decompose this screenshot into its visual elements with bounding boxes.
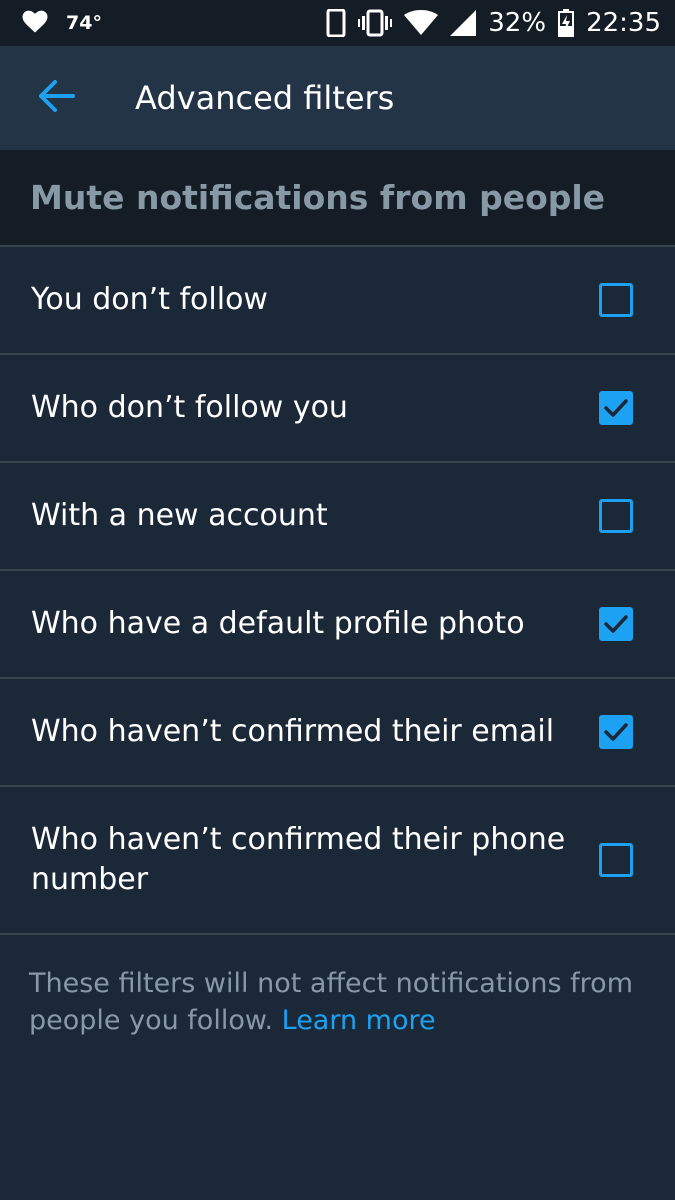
filter-label: Who don’t follow you bbox=[31, 390, 348, 425]
filter-list: You don’t follow Who don’t follow you Wi… bbox=[0, 247, 675, 935]
filter-label: Who haven’t confirmed their email bbox=[31, 714, 555, 749]
filter-label: With a new account bbox=[31, 498, 328, 533]
filter-row-new-account[interactable]: With a new account bbox=[0, 463, 675, 571]
heart-icon bbox=[20, 6, 50, 41]
checkbox[interactable] bbox=[599, 283, 633, 317]
temperature-text: 74° bbox=[66, 12, 102, 34]
section-title: Mute notifications from people bbox=[0, 150, 675, 247]
filter-row-you-dont-follow[interactable]: You don’t follow bbox=[0, 247, 675, 355]
arrow-left-icon bbox=[37, 78, 77, 118]
status-left: 74° bbox=[20, 6, 102, 41]
battery-percent-text: 32% bbox=[488, 8, 547, 38]
clock-text: 22:35 bbox=[586, 8, 661, 38]
checkbox[interactable] bbox=[599, 391, 633, 425]
learn-more-link[interactable]: Learn more bbox=[282, 1005, 436, 1036]
back-button[interactable] bbox=[19, 60, 95, 136]
checkmark-icon bbox=[604, 614, 628, 634]
checkbox[interactable] bbox=[599, 499, 633, 533]
footer-note: These filters will not affect notificati… bbox=[29, 965, 649, 1039]
status-right: 32% 22:35 bbox=[326, 8, 661, 38]
filter-row-default-profile-photo[interactable]: Who have a default profile photo bbox=[0, 571, 675, 679]
filter-label: You don’t follow bbox=[31, 282, 268, 317]
battery-charging-icon bbox=[558, 9, 575, 37]
wifi-icon bbox=[404, 10, 439, 36]
filter-row-unconfirmed-phone[interactable]: Who haven’t confirmed their phone number bbox=[0, 787, 675, 935]
checkmark-icon bbox=[604, 722, 628, 742]
status-bar: 74° 32% 22:35 bbox=[0, 0, 675, 46]
filter-label: Who haven’t confirmed their phone number bbox=[31, 822, 566, 897]
checkbox[interactable] bbox=[599, 607, 633, 641]
filter-label: Who have a default profile photo bbox=[31, 606, 525, 641]
filter-row-unconfirmed-email[interactable]: Who haven’t confirmed their email bbox=[0, 679, 675, 787]
checkmark-icon bbox=[604, 398, 628, 418]
checkbox[interactable] bbox=[599, 715, 633, 749]
filter-row-who-dont-follow-you[interactable]: Who don’t follow you bbox=[0, 355, 675, 463]
page-title: Advanced filters bbox=[135, 79, 395, 117]
phone-icon bbox=[326, 9, 346, 37]
checkbox[interactable] bbox=[599, 843, 633, 877]
vibrate-icon bbox=[358, 9, 393, 37]
app-bar: Advanced filters bbox=[0, 46, 675, 150]
cell-signal-icon bbox=[450, 10, 477, 36]
